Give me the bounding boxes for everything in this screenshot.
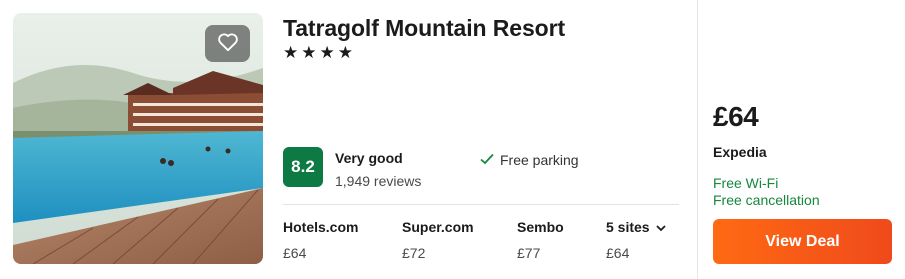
review-count: 1,949 reviews xyxy=(335,173,422,189)
offer-site-name: 5 sites xyxy=(606,219,650,235)
column-divider xyxy=(697,0,698,279)
amenity-item: Free parking xyxy=(480,152,579,168)
offer-sembo[interactable]: Sembo £77 xyxy=(517,219,564,261)
star-rating: ★★★★ xyxy=(283,43,356,62)
offer-site-name: Sembo xyxy=(517,219,564,235)
offer-hotels-com[interactable]: Hotels.com £64 xyxy=(283,219,358,261)
hotel-name[interactable]: Tatragolf Mountain Resort xyxy=(283,15,565,42)
amenity-label: Free parking xyxy=(500,152,579,168)
offer-super-com[interactable]: Super.com £72 xyxy=(402,219,474,261)
best-provider: Expedia xyxy=(713,144,767,160)
divider xyxy=(283,204,679,205)
checkmark-icon xyxy=(480,152,494,168)
heart-icon xyxy=(217,32,239,55)
offer-price: £72 xyxy=(402,245,426,261)
rating-label: Very good xyxy=(335,150,403,166)
more-sites-dropdown[interactable]: 5 sites £64 xyxy=(606,219,666,261)
hotel-result-card[interactable]: Tatragolf Mountain Resort ★★★★ 8.2 Very … xyxy=(0,0,905,279)
chevron-down-icon xyxy=(655,219,666,235)
rating-score-badge: 8.2 xyxy=(283,147,323,187)
offer-price: £77 xyxy=(517,245,541,261)
offer-site-name: Super.com xyxy=(402,219,474,235)
offer-site-name: Hotels.com xyxy=(283,219,359,235)
offer-price: £64 xyxy=(606,245,630,261)
view-deal-button[interactable]: View Deal xyxy=(713,219,892,264)
best-price: £64 xyxy=(713,101,759,132)
perk-free-cancellation: Free cancellation xyxy=(713,192,820,208)
perk-free-wifi: Free Wi-Fi xyxy=(713,175,779,191)
favorite-button[interactable] xyxy=(205,25,250,62)
offer-price: £64 xyxy=(283,245,307,261)
